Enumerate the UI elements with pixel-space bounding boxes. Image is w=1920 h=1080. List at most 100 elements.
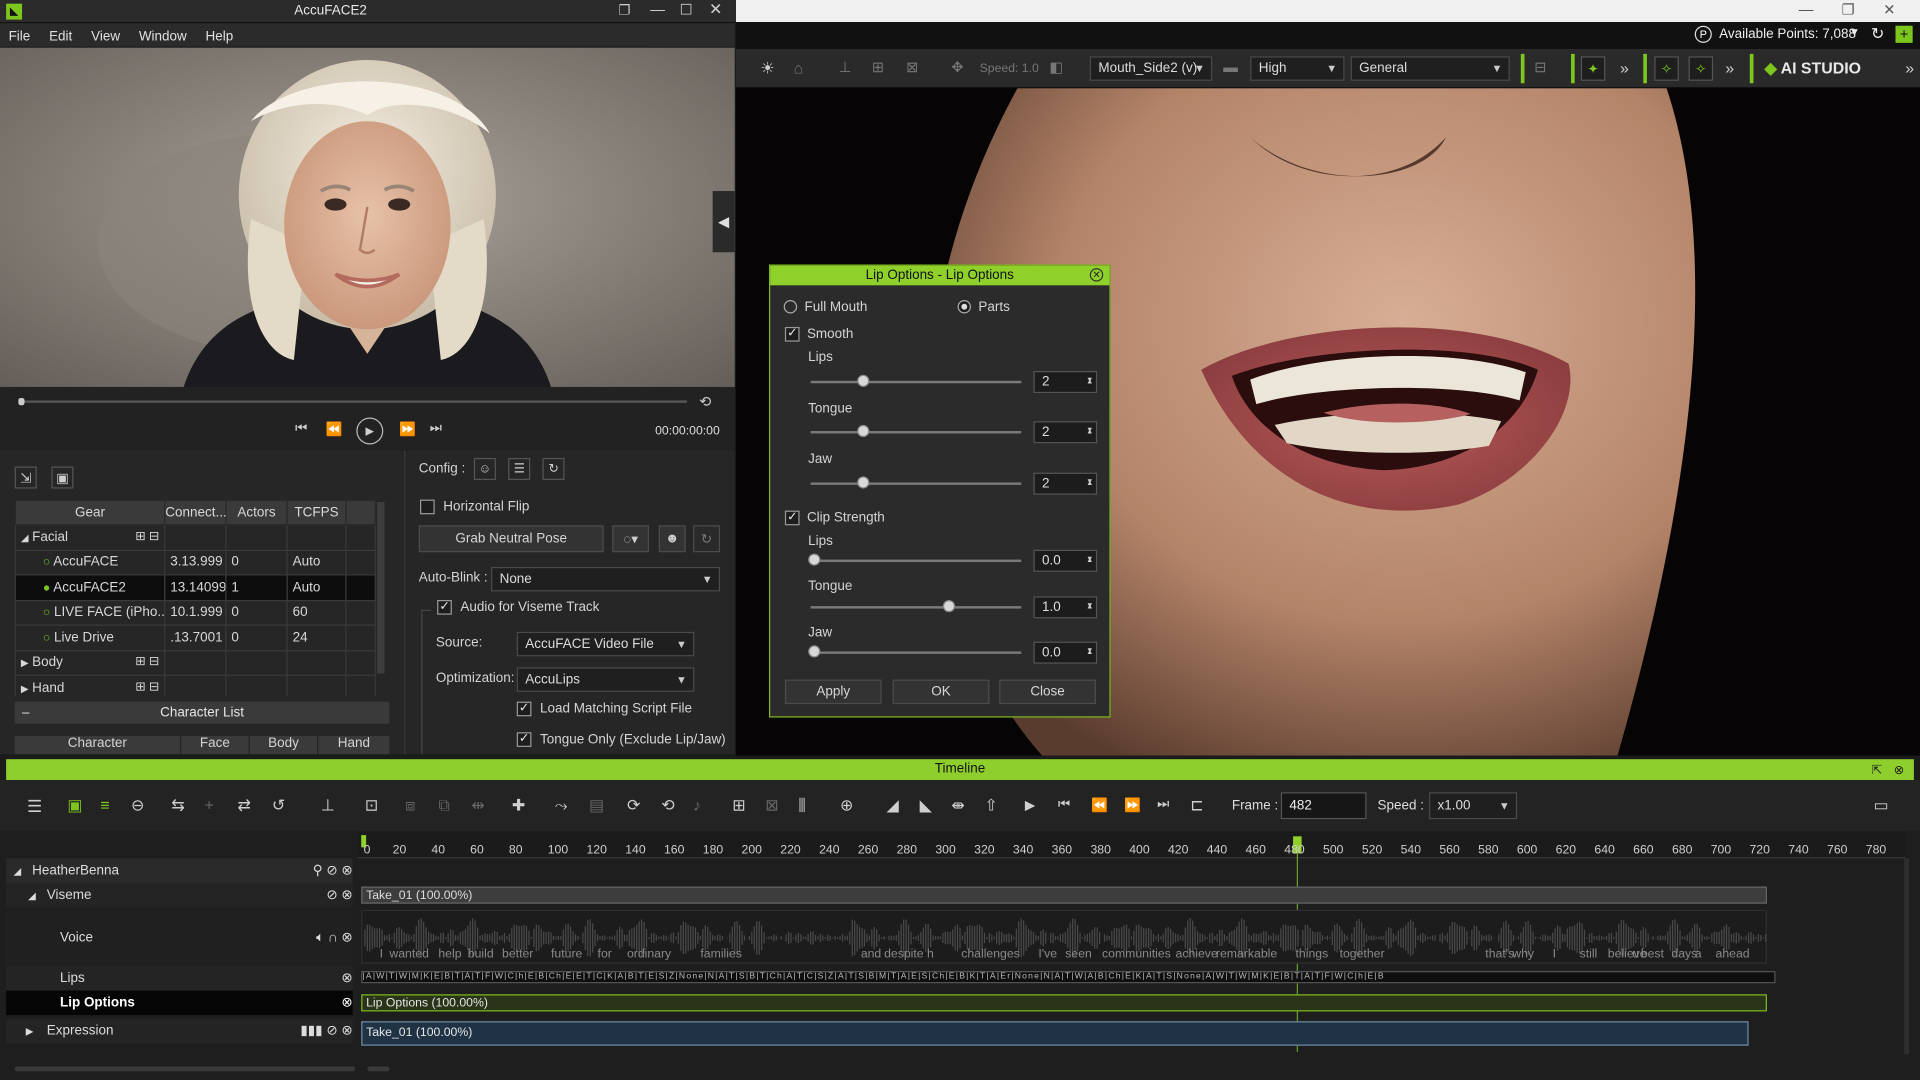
camera-dropdown[interactable]: Mouth_Side2 (v) ▼: [1089, 56, 1213, 81]
track-lips[interactable]: Lips ⊗: [6, 966, 353, 991]
track-list-scrollbar[interactable]: [14, 1066, 356, 1072]
lip-options-clip[interactable]: Lip Options (100.00%): [361, 994, 1767, 1012]
collapse-icon[interactable]: –: [22, 702, 30, 724]
import-icon[interactable]: ⇲: [14, 466, 37, 489]
col-face[interactable]: Face: [181, 735, 250, 755]
merge-icon[interactable]: ⧉: [438, 796, 449, 816]
ok-button[interactable]: OK: [892, 679, 990, 705]
remove-frame-icon[interactable]: ⊠: [765, 796, 778, 816]
fast-forward-icon[interactable]: ⏩: [399, 421, 416, 437]
video-scrubber[interactable]: [18, 400, 687, 403]
close-button[interactable]: Close: [999, 679, 1096, 705]
available-points[interactable]: Available Points: 7,088: [1719, 27, 1856, 42]
col-body[interactable]: Body: [249, 735, 319, 755]
spin-down-icon[interactable]: ▼: [1086, 473, 1093, 493]
strength-lips-spinbox[interactable]: 0.0 ▲ ▼: [1033, 549, 1098, 572]
smooth-tongue-slider[interactable]: [810, 424, 1022, 438]
table-row[interactable]: ○ Live Drive .13.7001 0 24: [14, 624, 376, 651]
menu-view[interactable]: View: [91, 29, 120, 44]
slider-knob[interactable]: [942, 600, 956, 613]
track-tools-icons[interactable]: ▮▮▮ ⊘ ⊗: [300, 1019, 352, 1043]
spin-down-icon[interactable]: ▼: [1086, 371, 1093, 391]
light-icon[interactable]: ☀: [760, 59, 774, 79]
config-reset-icon[interactable]: ↻: [542, 457, 565, 481]
zoom-icon[interactable]: ⊕: [840, 796, 853, 816]
sync-alt-icon[interactable]: ⟲: [661, 796, 674, 816]
expand-icon[interactable]: ◢: [13, 866, 21, 877]
timeline-close-icon[interactable]: ⊗: [1894, 760, 1904, 781]
align-icon[interactable]: ⊥: [839, 59, 852, 76]
track-close-icon[interactable]: ⊗: [341, 991, 352, 1015]
expand-icon[interactable]: ▶: [26, 1026, 34, 1037]
loop-icon[interactable]: ⟲: [699, 393, 711, 410]
col-gear[interactable]: Gear: [14, 499, 166, 526]
horizontal-flip-checkbox[interactable]: [420, 499, 435, 515]
col-character[interactable]: Character: [14, 735, 182, 755]
lips-keys-strip[interactable]: |A|W|T|W|M|K|E|B|T|A|T|F|W|C|h|E|B|Ch|E|…: [361, 971, 1776, 984]
layer-icon[interactable]: ≡: [100, 796, 109, 814]
speed-dropdown[interactable]: x1.00 ▼: [1428, 792, 1518, 820]
smooth-tongue-spinbox[interactable]: 2 ▲ ▼: [1033, 421, 1098, 444]
skip-to-start-icon[interactable]: ⏮: [1058, 797, 1070, 813]
track-tools-icons[interactable]: ⊘ ⊗: [326, 883, 352, 907]
character-list-header[interactable]: – Character List: [14, 701, 390, 724]
export-icon[interactable]: ⇧: [984, 796, 997, 816]
sound-icon[interactable]: ♪: [693, 796, 701, 814]
fit-right-icon[interactable]: ◣: [920, 796, 932, 816]
minimize-icon[interactable]: —: [650, 1, 665, 18]
more-icon[interactable]: »: [1905, 59, 1914, 77]
add-remove-icons[interactable]: ⊞ ⊟: [135, 655, 159, 668]
track-character[interactable]: ◢ HeatherBenna ⚲ ⊘ ⊗: [6, 858, 353, 883]
vertical-scrollbar[interactable]: [1904, 858, 1909, 1055]
smooth-lips-slider[interactable]: [810, 374, 1022, 387]
track-tools-icons[interactable]: ⚲ ⊘ ⊗: [313, 858, 353, 882]
slider-knob[interactable]: [808, 645, 821, 658]
track-voice[interactable]: Voice 🔈︎ ∩ ⊗: [6, 909, 353, 967]
slider-knob[interactable]: [857, 424, 870, 438]
strength-tongue-spinbox[interactable]: 1.0 ▲ ▼: [1033, 596, 1098, 619]
expression-clip[interactable]: Take_01 (100.00%): [361, 1021, 1749, 1046]
points-dropdown-icon[interactable]: ▼: [1849, 26, 1860, 38]
menu-window[interactable]: Window: [139, 29, 187, 44]
smooth-jaw-slider[interactable]: [810, 476, 1022, 489]
menu-edit[interactable]: Edit: [49, 29, 72, 44]
group-facial[interactable]: ◢ Facial ⊞ ⊟: [14, 524, 376, 551]
pose-icon[interactable]: ✧: [1688, 56, 1714, 81]
refresh-icon[interactable]: ↻: [1871, 24, 1884, 44]
parts-radio[interactable]: [957, 300, 972, 314]
optimization-dropdown[interactable]: AccuLips ▼: [516, 667, 695, 692]
expand-icon[interactable]: ▶: [21, 683, 29, 694]
snap-icon[interactable]: ⊠: [906, 59, 918, 76]
menu-help[interactable]: Help: [206, 29, 234, 44]
timeline-scrollbar[interactable]: [367, 1066, 390, 1072]
spin-down-icon[interactable]: ▼: [1086, 550, 1093, 570]
track-lip-options[interactable]: Lip Options ⊗: [6, 990, 353, 1016]
ai-studio-button[interactable]: ◆ AI STUDIO: [1764, 59, 1861, 79]
transition-icon[interactable]: ⇆: [171, 796, 184, 816]
track-list-icon[interactable]: ☰: [27, 796, 42, 817]
more-icon[interactable]: »: [1620, 59, 1629, 77]
trim-icon[interactable]: ⇹: [471, 796, 484, 816]
timeline-settings-icon[interactable]: ▭: [1873, 796, 1888, 816]
smooth-lips-spinbox[interactable]: 2 ▲ ▼: [1033, 371, 1098, 394]
viseme-clip[interactable]: Take_01 (100.00%): [361, 886, 1767, 904]
home-icon[interactable]: ⌂: [793, 59, 803, 77]
load-script-checkbox[interactable]: ✓: [516, 701, 532, 717]
expand-icon[interactable]: ◢: [28, 890, 36, 901]
motion-layer-icon[interactable]: ⊖: [131, 796, 144, 816]
face-mask-icon[interactable]: ◌▾: [612, 525, 649, 553]
add-points-icon[interactable]: +: [1895, 25, 1913, 43]
restore-window-icon[interactable]: ❐: [618, 2, 630, 19]
camera-settings-icon[interactable]: ▬: [1223, 59, 1238, 76]
config-list-icon[interactable]: ☰: [508, 457, 531, 481]
col-actors[interactable]: Actors: [225, 499, 288, 526]
col-connect[interactable]: Connect...: [164, 499, 227, 526]
rewind-icon[interactable]: ⏪: [326, 421, 343, 437]
skip-to-end-icon[interactable]: ⏭: [1157, 797, 1169, 813]
source-dropdown[interactable]: AccuFACE Video File ▼: [516, 631, 695, 657]
track-close-icon[interactable]: ⊗: [341, 966, 352, 990]
more-icon[interactable]: »: [1725, 59, 1734, 77]
skip-to-start-icon[interactable]: ⏮: [295, 421, 307, 437]
spin-down-icon[interactable]: ▼: [1086, 596, 1093, 616]
skip-to-end-icon[interactable]: ⏭: [430, 421, 442, 437]
